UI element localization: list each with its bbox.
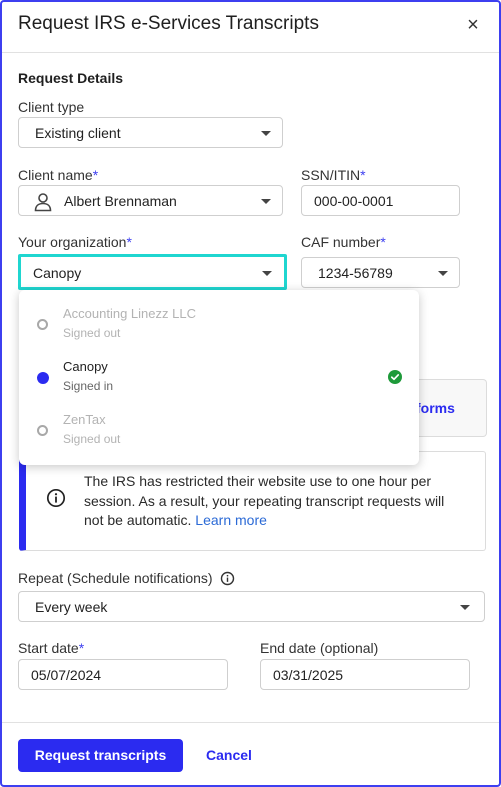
organization-label-text: Your organization <box>18 234 127 250</box>
option-status: Signed in <box>63 379 114 393</box>
caret-down-icon <box>262 271 272 276</box>
ssn-value: 000-00-0001 <box>314 193 394 209</box>
option-name: Accounting Linezz LLC <box>63 306 196 321</box>
client-name-label: Client name* <box>18 167 98 183</box>
caf-label: CAF number* <box>301 234 386 250</box>
cancel-button[interactable]: Cancel <box>206 747 252 763</box>
ssn-field[interactable]: 000-00-0001 <box>301 185 460 216</box>
caret-down-icon <box>261 131 271 136</box>
option-name: ZenTax <box>63 412 106 427</box>
option-status: Signed out <box>63 432 121 446</box>
start-date-value: 05/07/2024 <box>31 667 102 683</box>
footer-divider <box>2 722 499 723</box>
forms-link[interactable]: forms <box>416 400 455 416</box>
notice-text: The IRS has restricted their website use… <box>84 472 464 531</box>
caf-select[interactable]: 1234-56789 <box>301 257 460 288</box>
radio-selected-icon <box>37 372 49 384</box>
check-circle-icon <box>388 370 402 384</box>
client-name-label-text: Client name <box>18 167 93 183</box>
learn-more-link[interactable]: Learn more <box>195 512 267 528</box>
ssn-label: SSN/ITIN* <box>301 167 366 183</box>
required-mark: * <box>92 167 99 183</box>
close-icon[interactable]: × <box>464 15 482 35</box>
client-name-value: Albert Brennaman <box>64 193 177 209</box>
required-mark: * <box>126 234 132 250</box>
irs-notice: The IRS has restricted their website use… <box>19 451 486 551</box>
info-icon <box>46 488 66 508</box>
ssn-label-text: SSN/ITIN <box>301 167 361 183</box>
client-type-value: Existing client <box>35 125 121 141</box>
caret-down-icon <box>261 199 271 204</box>
caf-label-text: CAF number <box>301 234 381 250</box>
dropdown-option-zentax[interactable]: ZenTax Signed out <box>19 404 419 456</box>
client-type-select[interactable]: Existing client <box>18 117 283 148</box>
radio-icon <box>37 425 48 436</box>
option-name: Canopy <box>63 359 108 374</box>
section-title: Request Details <box>18 70 124 86</box>
organization-value: Canopy <box>33 265 82 281</box>
info-icon[interactable] <box>220 571 235 586</box>
required-mark: * <box>360 167 366 183</box>
start-date-field[interactable]: 05/07/2024 <box>18 659 228 690</box>
repeat-label: Repeat (Schedule notifications) <box>18 570 213 586</box>
organization-label: Your organization* <box>18 234 132 250</box>
dropdown-option-canopy[interactable]: Canopy Signed in <box>19 351 419 403</box>
caret-down-icon <box>438 271 448 276</box>
organization-select[interactable]: Canopy <box>18 254 287 290</box>
modal-header: Request IRS e-Services Transcripts × <box>2 2 499 53</box>
start-date-label: Start date* <box>18 640 84 656</box>
request-transcripts-button[interactable]: Request transcripts <box>18 739 183 772</box>
end-date-label: End date (optional) <box>260 640 379 656</box>
client-type-label: Client type <box>18 99 85 115</box>
request-transcripts-modal: Request IRS e-Services Transcripts × Req… <box>0 0 501 787</box>
dropdown-option-accounting-linezz[interactable]: Accounting Linezz LLC Signed out <box>19 298 419 350</box>
required-mark: * <box>78 640 85 656</box>
end-date-value: 03/31/2025 <box>273 667 344 683</box>
client-name-select[interactable]: Albert Brennaman <box>18 185 283 216</box>
radio-icon <box>37 319 48 330</box>
option-status: Signed out <box>63 326 121 340</box>
caf-value: 1234-56789 <box>318 265 393 281</box>
caret-down-icon <box>460 605 470 610</box>
repeat-value: Every week <box>35 599 108 615</box>
modal-title: Request IRS e-Services Transcripts <box>18 13 319 34</box>
user-icon <box>34 193 52 212</box>
required-mark: * <box>380 234 386 250</box>
start-date-label-text: Start date <box>18 640 79 656</box>
repeat-select[interactable]: Every week <box>18 591 485 622</box>
end-date-field[interactable]: 03/31/2025 <box>260 659 470 690</box>
organization-dropdown-menu: Accounting Linezz LLC Signed out Canopy … <box>19 290 419 465</box>
